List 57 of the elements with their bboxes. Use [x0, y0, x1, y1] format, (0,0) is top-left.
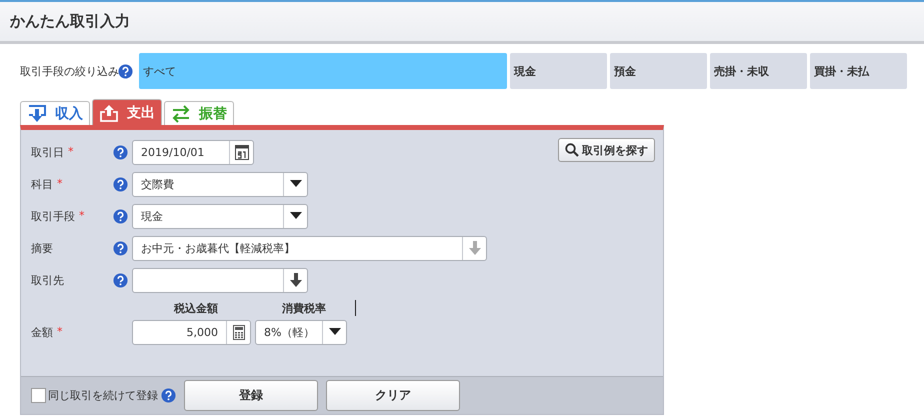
calendar-icon[interactable] [234, 144, 248, 160]
required-mark: * [68, 144, 74, 160]
dropdown-arrow-icon[interactable] [290, 212, 302, 220]
tab[interactable]: 収入 [20, 101, 90, 125]
filter-option[interactable]: 現金 [510, 53, 607, 89]
field-value: お中元・お歳暮代【軽減税率】 [140, 240, 296, 256]
help-icon[interactable] [113, 144, 128, 160]
tab[interactable]: 支出 [92, 99, 162, 125]
column-heading: 消費税率 [281, 301, 327, 316]
field-value: 現金 [140, 208, 164, 224]
window-title: かんたん取引入力 [10, 12, 130, 31]
checkbox-label: 同じ取引を続けて登録 [48, 388, 158, 403]
upload-tray-icon [99, 104, 119, 122]
field-label: 摘要 [31, 240, 53, 256]
text-cursor [355, 300, 356, 316]
checkbox[interactable] [31, 388, 46, 403]
field-label: 取引手段 [31, 208, 75, 224]
download-tray-icon [27, 104, 47, 122]
dropdown-arrow-icon[interactable] [328, 328, 341, 336]
select-field[interactable]: 現金 [132, 204, 308, 228]
swap-arrows-icon [171, 104, 191, 122]
down-arrow-icon[interactable] [290, 273, 302, 287]
field-label: 科目 [31, 176, 53, 192]
select-field[interactable]: 8%（軽） [255, 320, 347, 344]
field-value: 2019/10/01 [140, 146, 206, 158]
search-icon [565, 143, 579, 157]
help-icon[interactable] [161, 388, 176, 403]
input-field[interactable]: お中元・お歳暮代【軽減税率】 [132, 236, 487, 260]
field-value: 交際費 [140, 176, 175, 192]
select-field[interactable]: 交際費 [132, 172, 308, 196]
input-field[interactable] [132, 268, 308, 292]
field-value: 8%（軽） [263, 324, 316, 340]
required-mark: * [57, 324, 62, 340]
field-value: 5,000 [186, 326, 219, 338]
filter-option[interactable]: 売掛・未収 [710, 53, 807, 89]
help-icon[interactable] [113, 176, 128, 192]
field-label: 取引先 [31, 272, 64, 288]
dropdown-arrow-icon[interactable] [290, 180, 302, 188]
date-field[interactable]: 2019/10/01 [132, 140, 254, 164]
help-icon[interactable] [113, 240, 128, 256]
filter-option[interactable]: 買掛・未払 [810, 53, 907, 89]
field-label: 取引日 [31, 144, 64, 160]
field-label: 金額 [31, 324, 53, 340]
search-button[interactable]: 取引例を探す [558, 138, 655, 162]
required-mark: * [57, 176, 62, 192]
calculator-icon[interactable] [232, 324, 244, 340]
help-icon[interactable] [118, 64, 133, 78]
required-mark: * [79, 208, 84, 224]
amount-field[interactable]: 5,000 [132, 320, 251, 344]
filter-option[interactable]: 預金 [610, 53, 707, 89]
help-icon[interactable] [113, 272, 128, 288]
help-icon[interactable] [113, 208, 128, 224]
register-button[interactable]: 登録 [184, 380, 318, 411]
column-heading: 税込金額 [172, 301, 219, 316]
filter-label: 取引手段の絞り込み [20, 64, 120, 78]
clear-button[interactable]: クリア [326, 380, 460, 411]
filter-option[interactable]: すべて [139, 53, 507, 89]
